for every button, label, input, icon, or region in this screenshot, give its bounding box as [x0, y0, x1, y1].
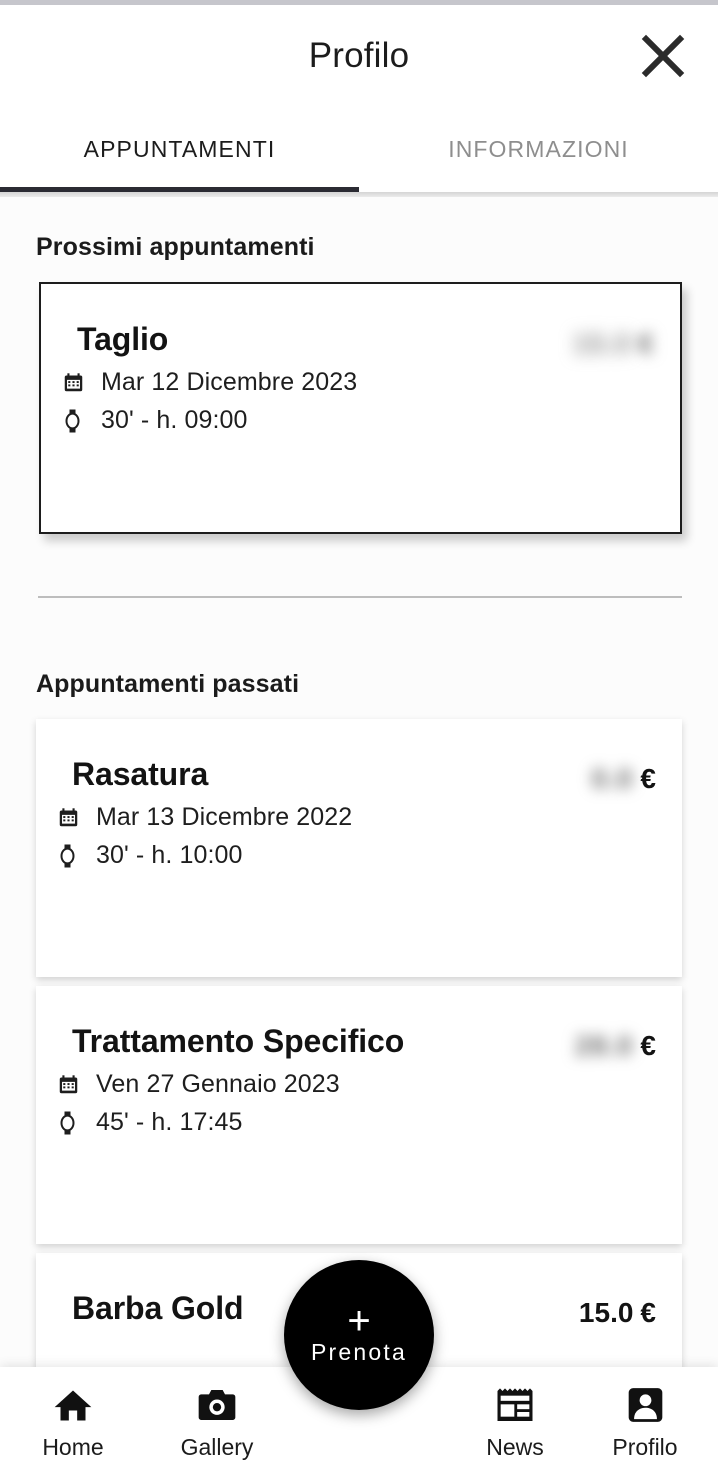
appointment-date-row: Mar 13 Dicembre 2022	[58, 802, 591, 832]
close-icon	[640, 33, 686, 79]
watch-icon	[63, 409, 93, 433]
watch-icon	[58, 844, 88, 868]
nav-item-news[interactable]: News	[450, 1383, 580, 1461]
prenota-label: Prenota	[311, 1338, 407, 1365]
appointment-date: Ven 27 Gennaio 2023	[96, 1069, 340, 1098]
appointment-price-currency: €	[640, 1030, 656, 1061]
newspaper-icon	[495, 1383, 535, 1427]
appointment-duration-time: 30' - h. 09:00	[101, 406, 248, 435]
appointment-title: Trattamento Specifico	[72, 1023, 405, 1059]
prenota-fab-button[interactable]: + Prenota	[284, 1260, 434, 1410]
appointment-price: 15.0 €	[579, 1291, 656, 1329]
section-title-upcoming: Prossimi appuntamenti	[36, 233, 315, 261]
nav-item-news-label: News	[486, 1434, 544, 1460]
appointment-date-row: Mar 12 Dicembre 2023	[63, 367, 573, 397]
app-screen: Profilo APPUNTAMENTI INFORMAZIONI Prossi…	[0, 0, 718, 1480]
appointment-title: Taglio	[77, 321, 169, 357]
appointment-duration-time: 30' - h. 10:00	[96, 841, 243, 870]
plus-icon: +	[347, 1298, 371, 1343]
appointment-card-past[interactable]: Rasatura Mar 13 Dicembre 2022 30' - h. 1…	[36, 719, 682, 977]
section-title-past: Appuntamenti passati	[36, 670, 300, 698]
watch-icon	[58, 1111, 88, 1135]
tab-appuntamenti-label: APPUNTAMENTI	[83, 136, 276, 162]
appointment-card-past[interactable]: Trattamento Specifico Ven 27 Gennaio 202…	[36, 986, 682, 1244]
appointment-price-currency: €	[640, 1297, 656, 1328]
appointment-duration-time: 45' - h. 17:45	[96, 1108, 243, 1137]
appointment-price-amount: 15.0	[578, 1297, 634, 1328]
appointment-date-row: Ven 27 Gennaio 2023	[58, 1069, 575, 1099]
appointment-price-currency: €	[638, 328, 654, 359]
tab-informazioni[interactable]: INFORMAZIONI	[359, 107, 718, 192]
appointment-time-row: 45' - h. 17:45	[58, 1109, 575, 1137]
nav-item-profilo-label: Profilo	[612, 1434, 678, 1460]
nav-item-home-label: Home	[42, 1434, 104, 1460]
home-icon	[53, 1383, 93, 1427]
nav-item-gallery-label: Gallery	[180, 1434, 254, 1460]
page-title: Profilo	[308, 36, 410, 75]
appointment-date: Mar 12 Dicembre 2023	[101, 367, 358, 396]
calendar-icon	[58, 1074, 88, 1095]
appointment-price: 0.0 €	[591, 757, 656, 795]
appointment-time-row: 30' - h. 09:00	[63, 407, 573, 435]
appointment-price: 28.0 €	[575, 1024, 656, 1062]
appointment-price-amount: 15.0	[572, 328, 632, 359]
close-button[interactable]	[632, 25, 694, 87]
tab-appuntamenti[interactable]: APPUNTAMENTI	[0, 107, 359, 192]
appointment-price: 15.0 €	[573, 322, 654, 360]
calendar-icon	[63, 372, 93, 393]
appointment-title: Rasatura	[72, 756, 209, 792]
camera-icon	[197, 1383, 237, 1427]
calendar-icon	[58, 807, 88, 828]
appointment-price-currency: €	[640, 763, 656, 794]
appointment-date: Mar 13 Dicembre 2022	[96, 802, 353, 831]
appointment-price-amount: 28.0	[574, 1030, 634, 1061]
person-badge-icon	[627, 1383, 664, 1427]
tab-informazioni-label: INFORMAZIONI	[448, 136, 629, 162]
nav-item-home[interactable]: Home	[8, 1383, 138, 1461]
tab-bar: APPUNTAMENTI INFORMAZIONI	[0, 107, 718, 192]
nav-item-profilo[interactable]: Profilo	[580, 1383, 710, 1461]
nav-item-gallery[interactable]: Gallery	[152, 1383, 282, 1461]
header: Profilo	[0, 5, 718, 107]
appointment-card-upcoming[interactable]: Taglio Mar 12 Dicembre 2023 30' - h. 09:…	[39, 282, 682, 534]
appointment-time-row: 30' - h. 10:00	[58, 842, 591, 870]
appointment-price-amount: 0.0	[591, 763, 634, 794]
